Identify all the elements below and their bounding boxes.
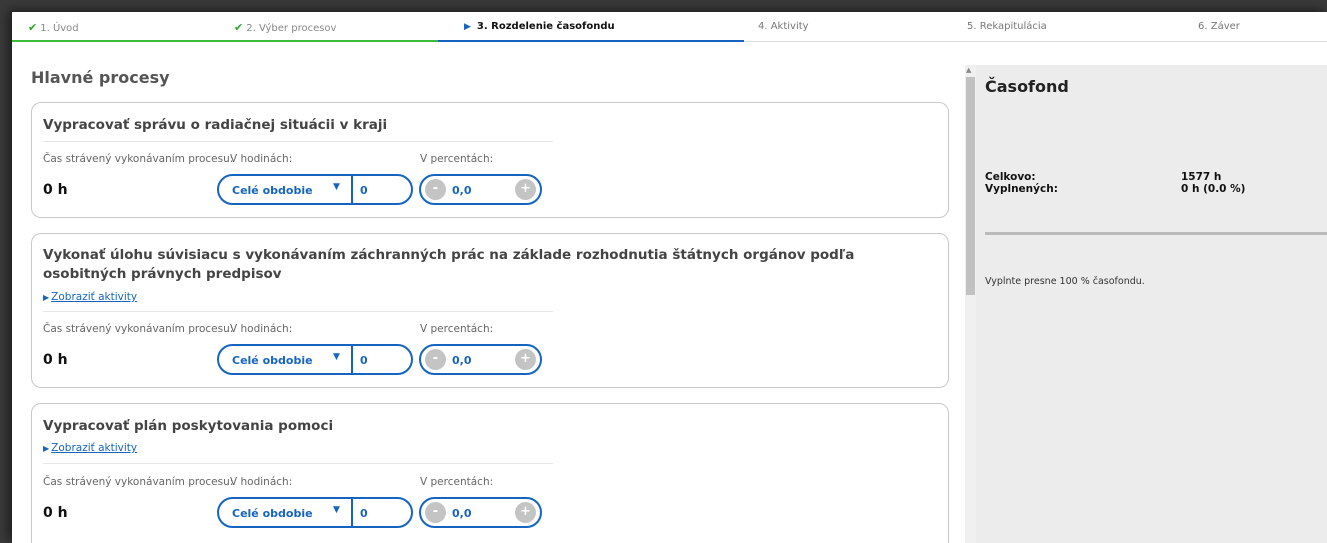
period-select[interactable]: Celé obdobie <box>232 507 313 520</box>
separator <box>351 176 353 203</box>
percent-input[interactable]: 0,0 <box>452 354 472 367</box>
time-label: Čas strávený vykonávaním procesu: <box>43 476 234 488</box>
show-activities-link[interactable]: ▶ Zobraziť aktivity <box>43 291 137 303</box>
triangle-right-icon: ▶ <box>43 444 50 453</box>
panel-title: Časofond <box>985 77 1069 96</box>
step-rozdelenie-casofondu[interactable]: ▶ 3. Rozdelenie časofondu <box>438 12 744 42</box>
hours-input[interactable]: 0 <box>360 354 368 367</box>
summary-panel: Časofond Celkovo: 1577 h Vyplnených: 0 h… <box>976 65 1327 543</box>
scrollbar[interactable]: ▲ <box>965 65 976 543</box>
total-label: Celkovo: <box>985 171 1036 183</box>
hours-value: 0 h <box>43 505 68 521</box>
minus-button[interactable]: - <box>425 502 446 523</box>
step-rekapitulacia[interactable]: 5. Rekapitulácia <box>944 12 1174 42</box>
caret-down-icon[interactable]: ▼ <box>333 352 340 362</box>
percent-input[interactable]: 0,0 <box>452 184 472 197</box>
page-title: Hlavné procesy <box>31 68 170 87</box>
divider <box>43 463 553 464</box>
step-uvod[interactable]: ✔ 1. Úvod <box>12 12 220 42</box>
process-title: Vykonať úlohu súvisiacu s vykonávaním zá… <box>43 247 855 282</box>
plus-button[interactable]: + <box>515 179 536 200</box>
percent-stepper: - 0,0 + <box>419 344 542 375</box>
process-card: Vypracovať plán poskytovania pomoci ▶ Zob… <box>31 403 949 543</box>
percent-input[interactable]: 0,0 <box>452 507 472 520</box>
hours-label: V hodinách: <box>230 153 293 165</box>
percent-label: V percentách: <box>420 153 494 165</box>
plus-button[interactable]: + <box>515 349 536 370</box>
hours-label: V hodinách: <box>230 323 293 335</box>
percent-label: V percentách: <box>420 323 494 335</box>
percent-label: V percentách: <box>420 476 494 488</box>
period-select[interactable]: Celé obdobie <box>232 184 313 197</box>
scroll-up-icon[interactable]: ▲ <box>966 66 971 74</box>
time-label: Čas strávený vykonávaním procesu: <box>43 153 234 165</box>
caret-down-icon[interactable]: ▼ <box>333 182 340 192</box>
step-zaver[interactable]: 6. Záver <box>1174 12 1327 42</box>
hours-input-group: Celé obdobie ▼ 0 <box>217 174 413 205</box>
separator <box>351 499 353 526</box>
hours-value: 0 h <box>43 352 68 368</box>
hours-input-group: Celé obdobie ▼ 0 <box>217 344 413 375</box>
minus-button[interactable]: - <box>425 179 446 200</box>
divider <box>43 311 553 312</box>
time-label: Čas strávený vykonávaním procesu: <box>43 323 234 335</box>
total-value: 1577 h <box>1181 171 1222 183</box>
scroll-thumb[interactable] <box>966 77 975 295</box>
caret-down-icon[interactable]: ▼ <box>333 505 340 515</box>
hours-value: 0 h <box>43 182 68 198</box>
process-title: Vypracovať správu o radiačnej situácii v… <box>43 117 388 133</box>
hours-label: V hodinách: <box>230 476 293 488</box>
minus-button[interactable]: - <box>425 349 446 370</box>
wizard-steps: ✔ 1. Úvod ✔ 2. Výber procesov ▶ 3. Rozdelen… <box>12 12 1327 42</box>
step-vyber-procesov[interactable]: ✔ 2. Výber procesov <box>220 12 438 42</box>
check-icon: ✔ <box>234 21 244 34</box>
process-card: Vykonať úlohu súvisiacu s vykonávaním zá… <box>31 233 949 388</box>
show-activities-link[interactable]: ▶ Zobraziť aktivity <box>43 442 137 454</box>
progress-rule <box>985 232 1327 235</box>
percent-stepper: - 0,0 + <box>419 174 542 205</box>
period-select[interactable]: Celé obdobie <box>232 354 313 367</box>
process-card: Vypracovať správu o radiačnej situácii v… <box>31 102 949 218</box>
triangle-right-icon: ▶ <box>43 293 50 302</box>
hours-input-group: Celé obdobie ▼ 0 <box>217 497 413 528</box>
hours-input[interactable]: 0 <box>360 507 368 520</box>
separator <box>351 346 353 373</box>
app-window: ✔ 1. Úvod ✔ 2. Výber procesov ▶ 3. Rozdelen… <box>12 12 1327 543</box>
step-aktivity[interactable]: 4. Aktivity <box>744 12 944 42</box>
hours-input[interactable]: 0 <box>360 184 368 197</box>
percent-stepper: - 0,0 + <box>419 497 542 528</box>
plus-button[interactable]: + <box>515 502 536 523</box>
process-title: Vypracovať plán poskytovania pomoci <box>43 418 334 434</box>
filled-label: Vyplnených: <box>985 183 1058 195</box>
filled-value: 0 h (0.0 %) <box>1181 183 1246 195</box>
check-icon: ✔ <box>28 21 38 34</box>
panel-note: Vyplnte presne 100 % časofondu. <box>985 276 1145 287</box>
divider <box>43 141 553 142</box>
triangle-right-icon: ▶ <box>464 22 471 32</box>
